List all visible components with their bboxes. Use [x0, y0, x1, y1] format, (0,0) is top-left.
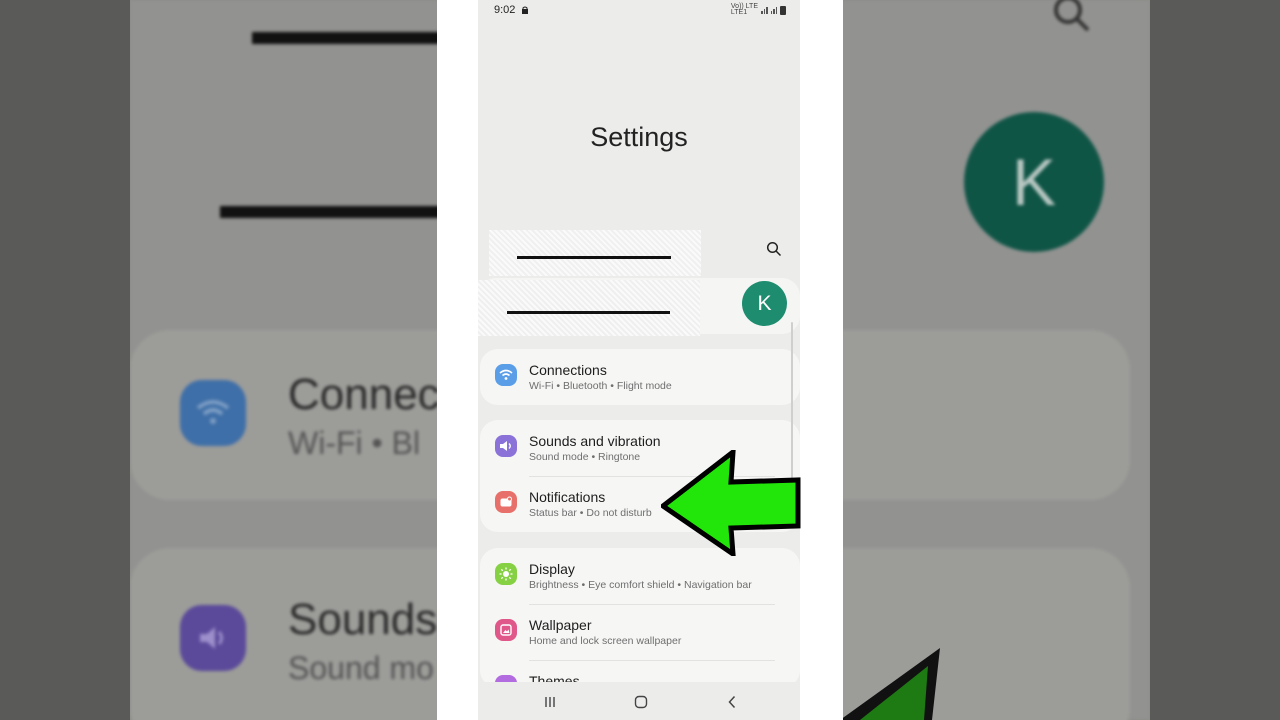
backdrop-wifi-icon [180, 380, 246, 446]
speaker-icon [495, 435, 517, 457]
backdrop-connections-sub: Wi-Fi • Bl [288, 425, 421, 461]
wallpaper-subtitle: Home and lock screen wallpaper [529, 635, 682, 647]
avatar[interactable]: K [742, 281, 787, 326]
backdrop-sounds-text: Sounds [288, 595, 438, 644]
backdrop-connections-text: Connect [288, 370, 452, 419]
home-icon [634, 695, 648, 709]
backdrop-avatar: K [964, 112, 1104, 252]
green-arrow-annotation [661, 450, 801, 556]
back-button[interactable] [722, 692, 742, 712]
display-subtitle: Brightness • Eye comfort shield • Naviga… [529, 579, 752, 591]
recent-apps-icon [545, 697, 555, 707]
display-card: Display Brightness • Eye comfort shield … [480, 548, 800, 697]
redaction-line [507, 311, 670, 314]
notifications-subtitle: Status bar • Do not disturb [529, 507, 652, 519]
backdrop-left-edge [0, 0, 130, 720]
backdrop-arrow-shape [840, 648, 940, 720]
backdrop-search-icon [1054, 0, 1090, 32]
redaction-line [517, 256, 671, 259]
connections-card: Connections Wi-Fi • Bluetooth • Flight m… [480, 349, 800, 405]
signal-icon [770, 6, 777, 14]
backdrop-speaker-icon [180, 605, 246, 671]
search-button[interactable] [764, 239, 784, 259]
settings-item-display[interactable]: Display Brightness • Eye comfort shield … [480, 548, 800, 604]
redacted-profile-name [478, 280, 700, 336]
network-label-bottom: LTE1 [730, 9, 748, 16]
connections-title: Connections [529, 362, 607, 378]
settings-item-connections[interactable]: Connections Wi-Fi • Bluetooth • Flight m… [480, 349, 800, 405]
phone-screen: 9:02 Vo)) LTE LTE1 Settings K Connection… [478, 0, 800, 720]
status-time: 9:02 [494, 4, 516, 16]
status-bar: 9:02 Vo)) LTE LTE1 [478, 0, 800, 22]
sounds-subtitle: Sound mode • Ringtone [529, 451, 641, 463]
sounds-title: Sounds and vibration [529, 433, 661, 449]
wallpaper-title: Wallpaper [529, 617, 592, 633]
navigation-bar [478, 682, 800, 720]
notifications-title: Notifications [529, 489, 606, 505]
backdrop-right-edge [1150, 0, 1280, 720]
lock-icon [522, 6, 528, 14]
redacted-account-area [489, 230, 701, 276]
status-icons: Vo)) LTE LTE1 [730, 3, 786, 16]
backdrop-sounds-sub: Sound mo [288, 650, 434, 686]
search-icon [766, 241, 782, 257]
connections-subtitle: Wi-Fi • Bluetooth • Flight mode [529, 380, 672, 392]
video-frame: Connect Wi-Fi • Bl Sounds Sound mo K 9:0… [0, 0, 1280, 720]
sun-icon [495, 563, 517, 585]
display-title: Display [529, 561, 575, 577]
recent-apps-button[interactable] [540, 692, 560, 712]
image-icon [495, 619, 517, 641]
settings-item-wallpaper[interactable]: Wallpaper Home and lock screen wallpaper [480, 604, 800, 660]
home-button[interactable] [631, 692, 651, 712]
wifi-icon [495, 364, 517, 386]
back-icon [728, 695, 736, 709]
notification-icon [495, 491, 517, 513]
signal-icon [761, 6, 768, 14]
page-title: Settings [590, 122, 688, 152]
phone-frame: 9:02 Vo)) LTE LTE1 Settings K Connection… [437, 0, 843, 720]
battery-icon [780, 5, 786, 15]
